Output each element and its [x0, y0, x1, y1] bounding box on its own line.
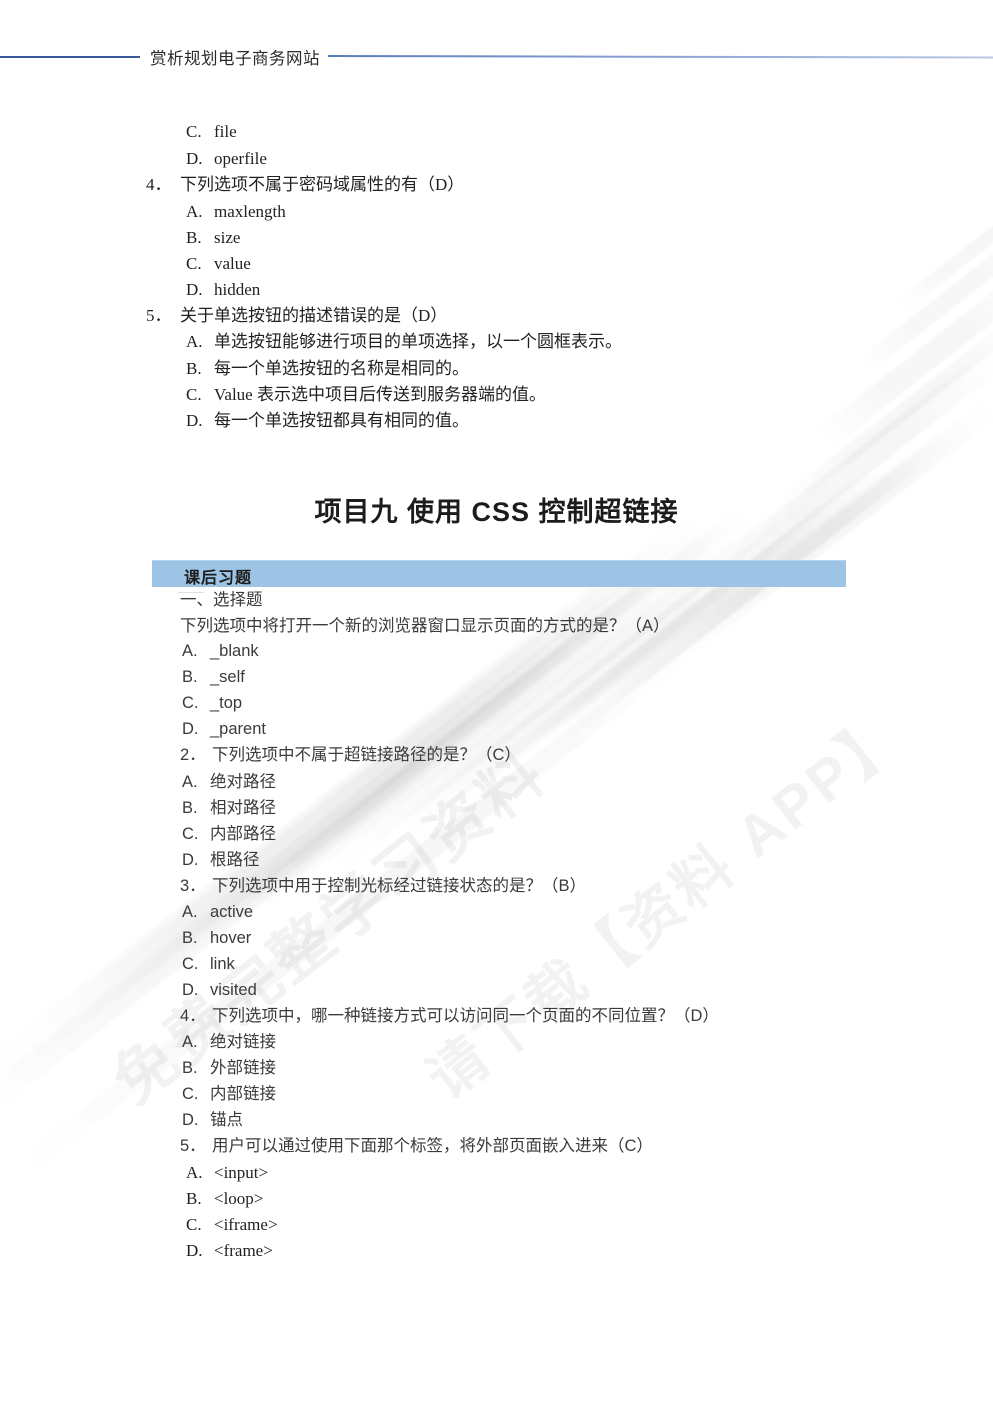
- option-text: 根路径: [210, 851, 260, 869]
- option-label: A.: [182, 642, 198, 660]
- question-text: 用户可以通过使用下面那个标签，将外部页面嵌入进来（C）: [212, 1137, 653, 1155]
- question-text: 下列选项中不属于超链接路径的是？（C）: [212, 746, 521, 764]
- option-text: 每一个单选按钮的名称是相同的。: [214, 359, 469, 378]
- option-label: B.: [182, 1059, 198, 1077]
- option-text: _top: [210, 694, 243, 712]
- question-number: 5．: [146, 306, 172, 325]
- option-label: B.: [186, 1189, 202, 1208]
- option-label: C.: [182, 955, 199, 973]
- option-label: A.: [186, 202, 203, 221]
- option-label: D.: [186, 149, 203, 168]
- option-text: 外部链接: [210, 1059, 276, 1077]
- option-label: C.: [186, 254, 202, 273]
- question-number: 3．: [180, 877, 206, 895]
- project-heading: 项目九 使用 CSS 控制超链接: [314, 497, 679, 527]
- option-text: 内部路径: [210, 825, 276, 843]
- option-label: D.: [182, 851, 199, 869]
- option-label: D.: [182, 720, 199, 738]
- option-text: <input>: [214, 1163, 269, 1182]
- option-label: D.: [182, 1111, 199, 1129]
- option-text: operfile: [214, 149, 267, 168]
- option-label: A.: [186, 1163, 203, 1182]
- option-text: maxlength: [214, 202, 286, 221]
- option-text: size: [214, 228, 241, 247]
- option-label: B.: [186, 359, 202, 378]
- option-label: A.: [182, 1033, 198, 1051]
- option-label: D.: [186, 280, 203, 299]
- question-number: 5．: [180, 1137, 206, 1155]
- option-label: D.: [186, 1241, 203, 1260]
- option-text: 每一个单选按钮都具有相同的值。: [214, 411, 469, 430]
- question-text: 关于单选按钮的描述错误的是（D）: [180, 306, 448, 325]
- option-label: A.: [182, 773, 198, 791]
- option-text: <loop>: [214, 1189, 264, 1208]
- option-label: D.: [182, 981, 199, 999]
- option-text: 相对路径: [210, 799, 276, 817]
- option-text: hover: [210, 929, 252, 947]
- question-number: 2．: [180, 746, 206, 764]
- option-label: A.: [186, 332, 203, 351]
- exercise-section-bar: 课后习题: [152, 560, 846, 587]
- option-text: value: [214, 254, 251, 273]
- question-number: 4．: [146, 175, 172, 194]
- option-text: hidden: [214, 280, 261, 299]
- option-text: _blank: [210, 642, 259, 660]
- option-text: <frame>: [214, 1241, 273, 1260]
- question-text: 下列选项中将打开一个新的浏览器窗口显示页面的方式的是？（A）: [180, 617, 670, 635]
- option-label: B.: [182, 668, 198, 686]
- option-label: C.: [186, 1215, 202, 1234]
- question-number: 4．: [180, 1007, 206, 1025]
- option-text: file: [214, 122, 237, 141]
- question-text: 下列选项中，哪一种链接方式可以访问同一个页面的不同位置？（D）: [212, 1007, 719, 1025]
- option-text: 单选按钮能够进行项目的单项选择，以一个圆框表示。: [214, 332, 622, 351]
- option-label: C.: [182, 1085, 199, 1103]
- document-page: 赏析规划电子商务网站 C. file D. operfile 4． 下列选项不属…: [0, 0, 993, 1404]
- option-text: link: [210, 955, 235, 973]
- option-label: C.: [186, 122, 202, 141]
- option-text: _parent: [210, 720, 266, 738]
- option-text: visited: [210, 981, 257, 999]
- option-text: 绝对链接: [210, 1033, 276, 1051]
- option-text: Value 表示选中项目后传送到服务器端的值。: [214, 385, 546, 404]
- question-text: 下列选项不属于密码域属性的有（D）: [180, 175, 465, 194]
- header-rule-left: [0, 56, 140, 58]
- option-label: C.: [182, 825, 199, 843]
- option-label: A.: [182, 903, 198, 921]
- option-text: 锚点: [210, 1111, 243, 1129]
- option-label: B.: [182, 929, 198, 947]
- option-label: C.: [182, 694, 199, 712]
- question-text: 下列选项中用于控制光标经过链接状态的是？（B）: [212, 877, 587, 895]
- exercise-section-label: 课后习题: [184, 570, 253, 587]
- page-header: 赏析规划电子商务网站: [0, 40, 993, 74]
- option-text: <iframe>: [214, 1215, 278, 1234]
- option-label: D.: [186, 411, 203, 430]
- option-text: _self: [210, 668, 245, 686]
- option-text: active: [210, 903, 254, 921]
- option-label: C.: [186, 385, 202, 404]
- subsection-title: 一、选择题: [180, 591, 263, 609]
- option-text: 绝对路径: [210, 773, 276, 791]
- option-text: 内部链接: [210, 1085, 276, 1103]
- option-label: B.: [182, 799, 198, 817]
- header-rule-right: [328, 55, 993, 59]
- option-label: B.: [186, 228, 202, 247]
- header-title: 赏析规划电子商务网站: [150, 49, 320, 68]
